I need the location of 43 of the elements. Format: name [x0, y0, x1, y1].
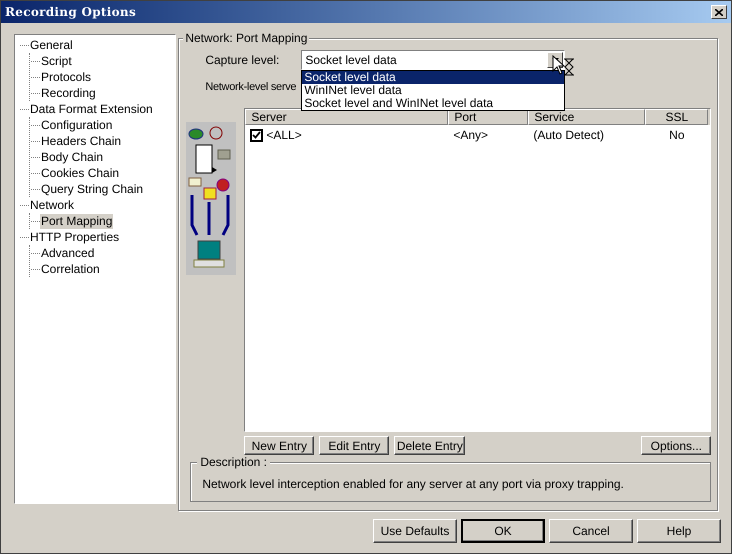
tree-item[interactable]: Script [40, 54, 73, 68]
capture-level-label: Capture level: [205, 52, 280, 69]
table-cell-text: (Auto Detect) [532, 127, 606, 144]
dialog-button[interactable]: OK [461, 519, 545, 543]
tree-item[interactable]: Cookies Chain [40, 166, 120, 180]
description-title: Description : [197, 455, 270, 469]
close-icon [715, 8, 723, 16]
column-header[interactable]: SSL [645, 109, 708, 125]
table-cell-text: <ALL> [266, 127, 302, 144]
dropdown-option[interactable]: Socket level data [302, 71, 564, 84]
group-title: Network: Port Mapping [183, 31, 310, 45]
column-header[interactable]: Server [245, 109, 448, 125]
column-header[interactable]: Port [448, 109, 528, 125]
tree-item[interactable]: Query String Chain [40, 182, 144, 196]
description-text: Network level interception enabled for any server at any port via proxy trapping. [202, 477, 624, 491]
edit-entry-button[interactable]: Edit Entry [319, 436, 390, 455]
dialog-button[interactable]: Use Defaults [373, 519, 457, 543]
column-header[interactable]: Service [528, 109, 646, 125]
delete-entry-button[interactable]: Delete Entry [394, 436, 466, 455]
tree-item[interactable]: Correlation [40, 262, 101, 276]
tree-item[interactable]: Body Chain [40, 150, 104, 164]
options-button[interactable]: Options... [641, 436, 712, 455]
row-checkbox[interactable] [250, 128, 264, 142]
tree-item[interactable]: Port Mapping [40, 214, 114, 228]
tree-item[interactable]: Configuration [40, 118, 114, 132]
tree-item[interactable]: Recording [40, 86, 97, 100]
tree-item[interactable]: Headers Chain [40, 134, 122, 148]
tree-item[interactable]: Data Format Extension [29, 102, 154, 116]
tree-item[interactable]: Protocols [40, 70, 92, 84]
dropdown-option[interactable]: Socket level and WinINet level data [302, 97, 564, 110]
dialog-button[interactable]: Help [637, 519, 721, 543]
window-title: Recording Options [5, 4, 136, 21]
dialog-button[interactable]: Cancel [549, 519, 633, 543]
new-entry-button[interactable]: New Entry [244, 436, 314, 455]
tree-item[interactable]: General [29, 38, 74, 52]
table-cell-text: <Any> [452, 127, 490, 144]
tree-item[interactable]: Network [29, 198, 76, 212]
tree-item[interactable]: Advanced [40, 246, 96, 260]
dropdown-option[interactable]: WinINet level data [302, 84, 564, 97]
network-level-label: Network-level serve [205, 80, 296, 95]
table-cell-text: No [668, 127, 686, 144]
tree-item[interactable]: HTTP Properties [29, 230, 120, 244]
close-button[interactable] [711, 5, 727, 19]
